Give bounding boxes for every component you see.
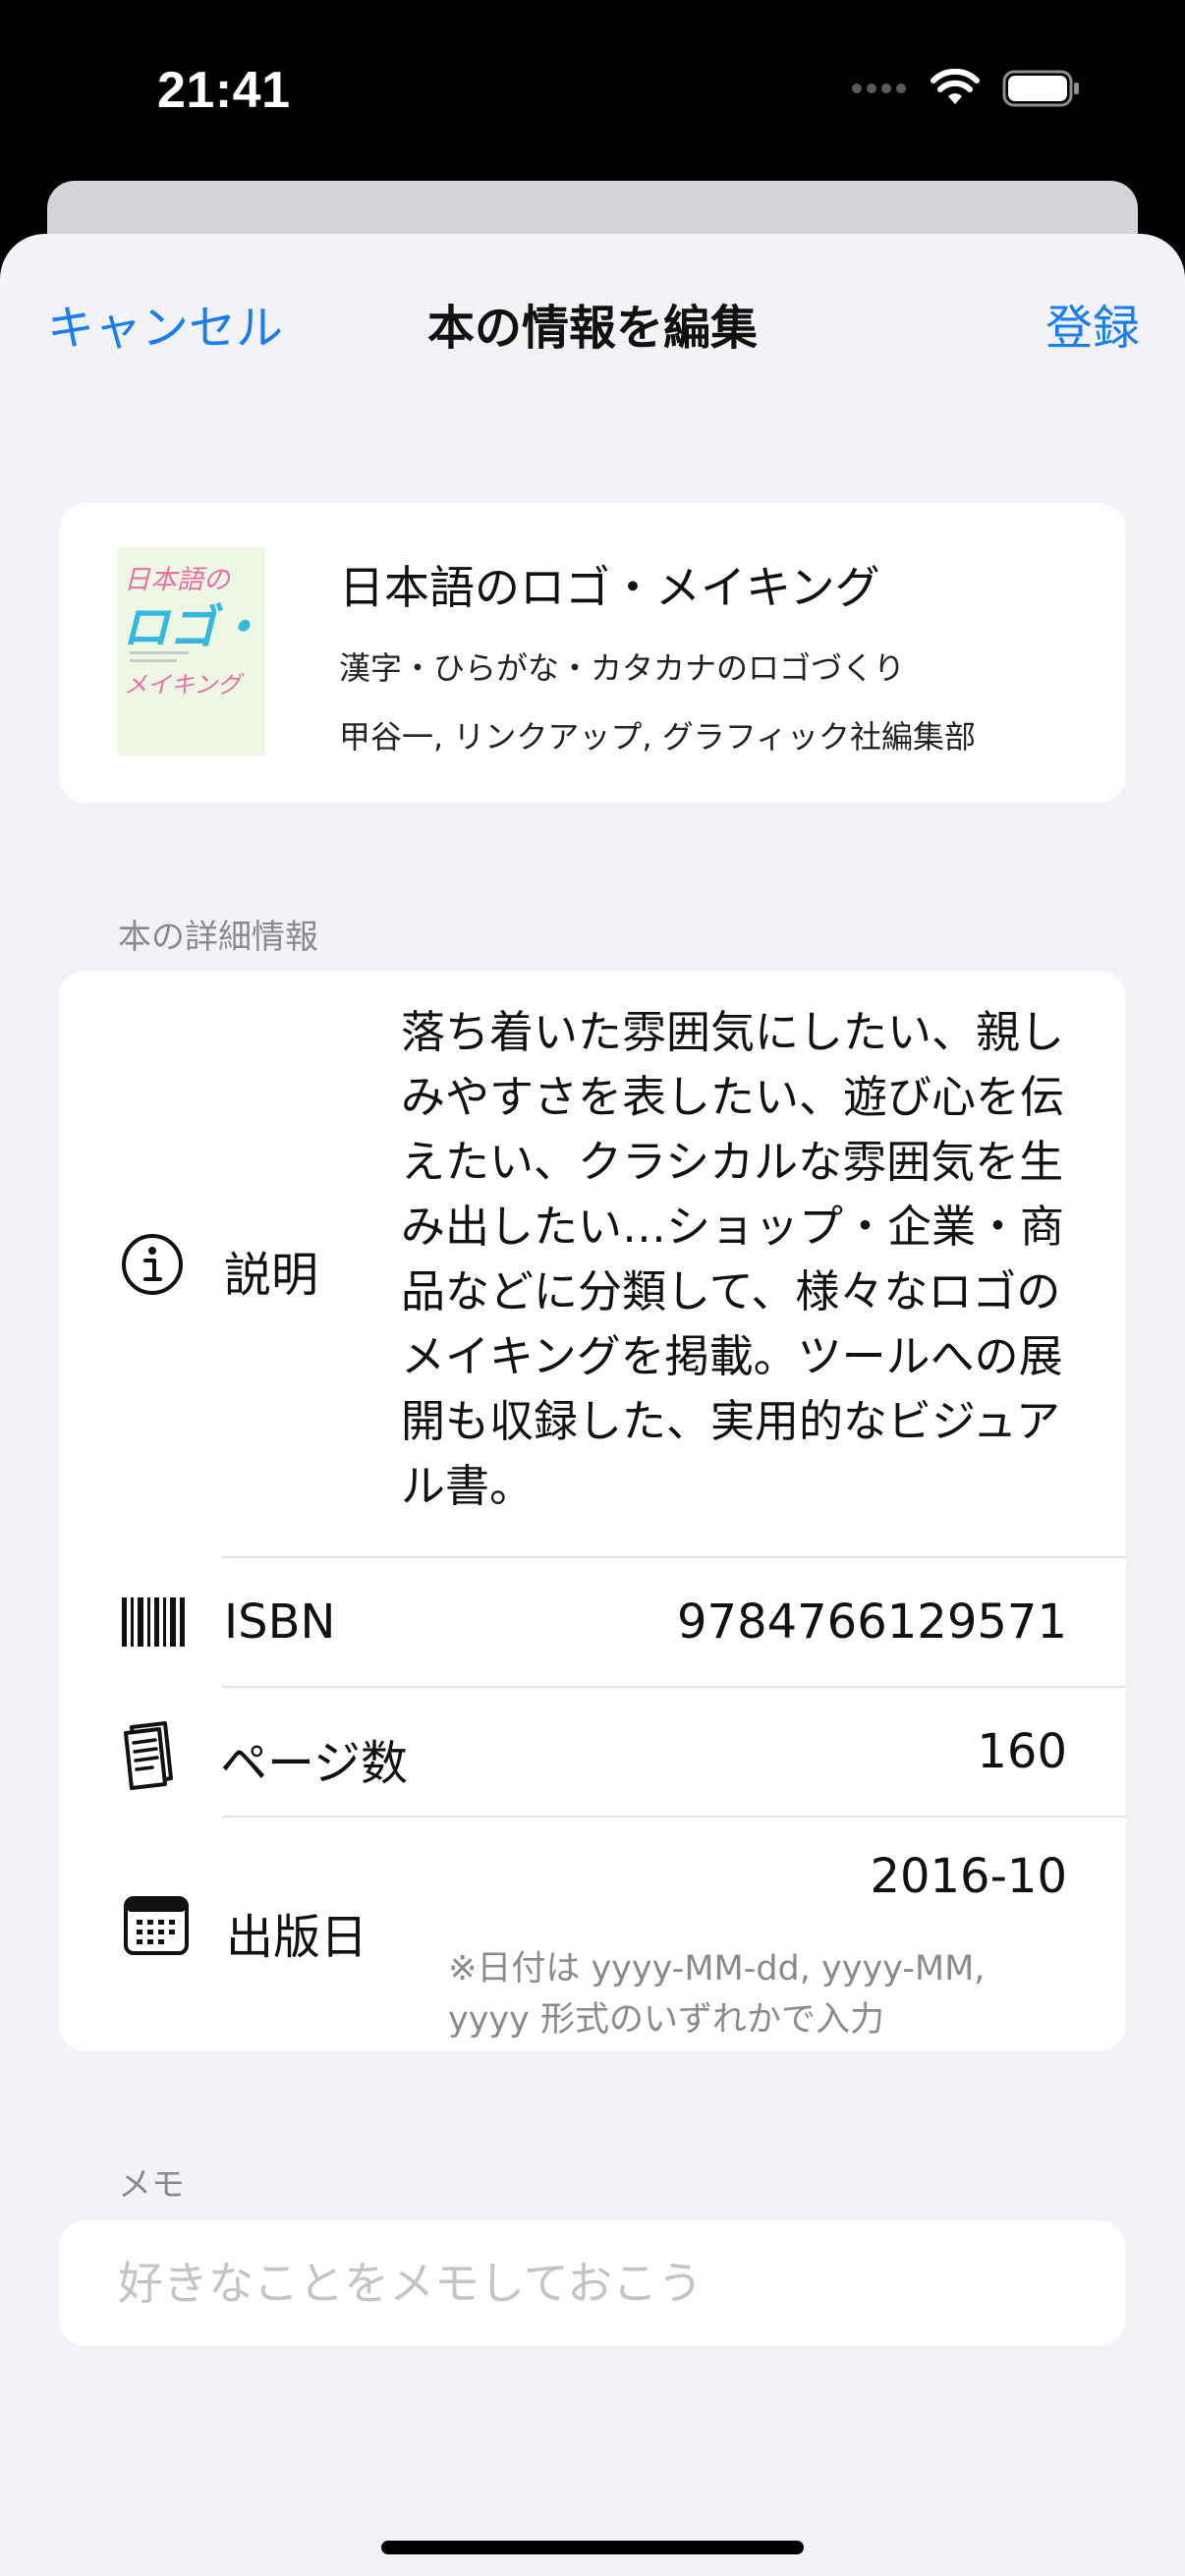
date-format-hint: ※日付は yyyy-MM-dd, yyyy-MM, yyyy 形式のいずれかで入…: [448, 1949, 986, 2040]
svg-text:日本語の: 日本語の: [124, 565, 232, 595]
book-subtitle: 漢字・ひらがな・カタカナのロゴづくり: [339, 649, 906, 687]
details-section-header: 本の詳細情報: [118, 918, 318, 957]
memo-section-header: メモ: [118, 2165, 185, 2205]
memo-input[interactable]: [118, 2220, 1081, 2346]
signal-dots-icon: [852, 84, 906, 93]
book-cover: 日本語の ロゴ・ メイキング: [118, 547, 265, 756]
description-row[interactable]: 説明 落ち着いた雰囲気にしたい、親しみやすさを表したい、遊び心を伝えたい、クラシ…: [59, 971, 1126, 1556]
page-title: 本の情報を編集: [426, 301, 758, 356]
pages-icon: [124, 1721, 173, 1790]
page-count-value[interactable]: 160: [977, 1724, 1067, 1779]
calendar-icon: [124, 1896, 189, 1955]
svg-text:ロゴ・: ロゴ・: [122, 600, 263, 655]
isbn-row[interactable]: ISBN 9784766129571: [59, 1558, 1126, 1686]
wifi-icon: [931, 69, 980, 104]
description-label: 説明: [224, 1248, 319, 1303]
navigation-bar: キャンセル 本の情報を編集 登録: [0, 234, 1185, 401]
book-details-card: 説明 落ち着いた雰囲気にしたい、親しみやすさを表したい、遊び心を伝えたい、クラシ…: [59, 971, 1126, 2051]
description-value[interactable]: 落ち着いた雰囲気にしたい、親しみやすさを表したい、遊び心を伝えたい、クラシカルな…: [401, 1000, 1089, 1519]
publish-date-row[interactable]: 出版日 2016-10 ※日付は yyyy-MM-dd, yyyy-MM, yy…: [59, 1818, 1126, 2051]
info-icon: [122, 1234, 183, 1295]
edit-book-sheet: キャンセル 本の情報を編集 登録 日本語の ロゴ・ メイキング 日本語のロゴ・メ…: [0, 234, 1185, 2576]
isbn-value[interactable]: 9784766129571: [677, 1595, 1067, 1650]
isbn-label: ISBN: [224, 1595, 336, 1650]
book-title: 日本語のロゴ・メイキング: [339, 561, 880, 614]
publish-date-label: 出版日: [226, 1910, 368, 1965]
status-icons: [851, 69, 1081, 108]
page-count-row[interactable]: ページ数 160: [59, 1688, 1126, 1816]
register-button[interactable]: 登録: [1045, 289, 1140, 358]
memo-card: [59, 2220, 1126, 2346]
book-summary-card: 日本語の ロゴ・ メイキング 日本語のロゴ・メイキング 漢字・ひらがな・カタカナ…: [59, 503, 1126, 803]
battery-icon: [1002, 70, 1079, 107]
svg-text:メイキング: メイキング: [124, 671, 245, 699]
barcode-icon: [122, 1597, 185, 1647]
status-time: 21:41: [157, 62, 291, 119]
publish-date-value[interactable]: 2016-10: [870, 1849, 1067, 1904]
screen: 21:41 キャンセル 本の情報を編集 登録 日本語の ロゴ・ メイキング 日本…: [0, 0, 1185, 2576]
page-count-label: ページ数: [220, 1736, 409, 1791]
book-authors: 甲谷一, リンクアップ, グラフィック社編集部: [339, 718, 977, 756]
home-indicator: [381, 2541, 804, 2554]
